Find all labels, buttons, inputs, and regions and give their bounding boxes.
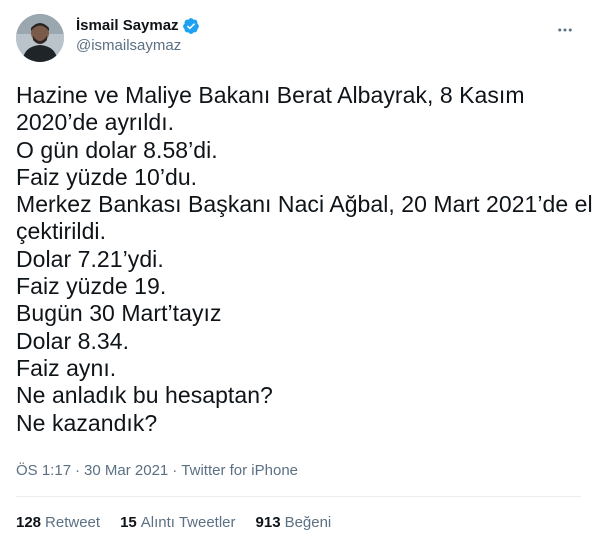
likes-stat[interactable]: 913 Beğeni <box>256 513 332 533</box>
likes-label: Beğeni <box>284 514 332 531</box>
tweet-line: Dolar 8.34. <box>16 327 130 354</box>
verified-badge-icon <box>182 18 199 34</box>
tweet-line: 2020’de ayrıldı. <box>16 109 175 136</box>
tweet-line: Faiz yüzde 19. <box>16 273 167 300</box>
divider <box>16 496 581 497</box>
tweet-line: Faiz yüzde 10’du. <box>16 163 198 190</box>
more-horizontal-icon[interactable] <box>553 18 577 42</box>
meta-separator: · <box>75 462 81 479</box>
likes-count: 913 <box>255 514 281 531</box>
tweet-date[interactable]: 30 Mar 2021 <box>84 461 168 481</box>
tweet-line: Hazine ve Maliye Bakanı Berat Albayrak, … <box>16 82 525 108</box>
tweet-header: İsmail Saymaz @ismailsaymaz <box>16 12 581 62</box>
tweet-line: Ne kazandık? <box>16 409 158 436</box>
author-handle[interactable]: @ismailsaymaz <box>76 36 200 56</box>
retweets-count: 128 <box>16 514 42 531</box>
quotes-stat[interactable]: 15 Alıntı Tweetler <box>120 513 235 533</box>
tweet-stats: 128 Retweet 15 Alıntı Tweetler 913 Beğen… <box>16 513 351 533</box>
tweet-time[interactable]: ÖS 1:17 <box>16 461 71 481</box>
tweet-line: O gün dolar 8.58’di. <box>16 136 218 163</box>
tweet-source[interactable]: Twitter for iPhone <box>181 461 298 481</box>
retweets-label: Retweet <box>45 514 101 531</box>
tweet-line: Faiz aynı. <box>16 354 117 381</box>
avatar[interactable] <box>16 14 64 62</box>
tweet-card: İsmail Saymaz @ismailsaymaz Hazine ve Ma… <box>0 0 597 540</box>
tweet-line: çektirildi. <box>16 218 107 245</box>
display-name[interactable]: İsmail Saymaz <box>76 16 179 36</box>
display-name-row: İsmail Saymaz <box>76 16 200 36</box>
tweet-text: Hazine ve Maliye Bakanı Berat Albayrak, … <box>16 82 593 437</box>
quotes-label: Alıntı Tweetler <box>140 514 236 531</box>
tweet-line: Bugün 30 Mart’tayız <box>16 300 222 327</box>
retweets-stat[interactable]: 128 Retweet <box>16 513 100 533</box>
tweet-line: Ne anladık bu hesaptan? <box>16 382 273 409</box>
meta-separator: · <box>172 462 178 479</box>
tweet-line: Dolar 7.21’ydi. <box>16 245 164 272</box>
tweet-meta: ÖS 1:17 · 30 Mar 2021 · Twitter for iPho… <box>16 461 298 481</box>
quotes-count: 15 <box>120 514 137 531</box>
author-names: İsmail Saymaz @ismailsaymaz <box>76 16 200 56</box>
tweet-line: Merkez Bankası Başkanı Naci Ağbal, 20 Ma… <box>16 191 593 218</box>
